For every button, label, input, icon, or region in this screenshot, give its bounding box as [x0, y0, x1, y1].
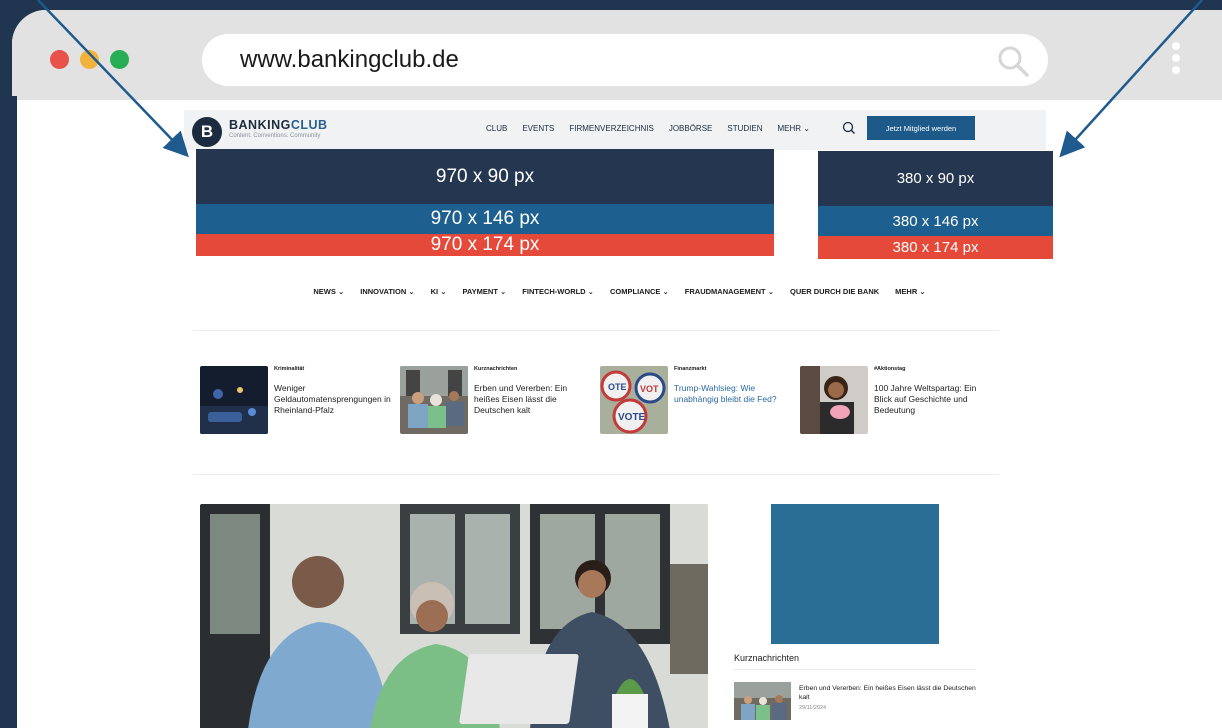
teaser-card[interactable]: Kurznachrichten Erben und Vererben: Ein …: [400, 366, 590, 436]
teaser-thumbnail[interactable]: [200, 366, 268, 434]
site-header: B BANKINGCLUB Content. Conventions. Comm…: [184, 110, 1046, 150]
teaser-title[interactable]: Erben und Vererben: Ein heißes Eisen läs…: [474, 383, 592, 416]
top-nav-studien[interactable]: STUDIEN: [727, 124, 762, 133]
logo-tagline: Content. Conventions. Community: [229, 133, 321, 139]
divider: [193, 474, 999, 475]
teaser-title[interactable]: Weniger Geldautomatensprengungen in Rhei…: [274, 383, 392, 416]
teaser-thumbnail[interactable]: OTE VOT VOTE: [600, 366, 668, 434]
top-nav-mehr[interactable]: MEHR ⌄: [778, 124, 810, 133]
teaser-category: Kriminalität: [274, 366, 305, 372]
sidebar-item-title[interactable]: Erben und Vererben: Ein heißes Eisen läs…: [799, 684, 979, 702]
cat-payment[interactable]: PAYMENT ⌄: [462, 287, 506, 296]
address-bar[interactable]: www.bankingclub.de: [202, 34, 1048, 86]
browser-toolbar-overlay: www.bankingclub.de: [12, 10, 1222, 100]
cat-mehr[interactable]: MEHR ⌄: [895, 287, 925, 296]
teaser-thumbnail[interactable]: [800, 366, 868, 434]
teaser-card[interactable]: Kriminalität Weniger Geldautomatenspreng…: [200, 366, 392, 436]
teaser-title[interactable]: Trump-Wahlsieg: Wie unabhängig bleibt di…: [674, 383, 792, 405]
ad-970x174: 970 x 174 px: [196, 234, 774, 256]
teaser-card[interactable]: OTE VOT VOTE Finanzmarkt Trump-Wahlsieg: W…: [600, 366, 790, 436]
ad-380x90: 380 x 90 px: [818, 151, 1053, 206]
ad-380x174: 380 x 174 px: [818, 236, 1053, 259]
teaser-thumbnail[interactable]: [400, 366, 468, 434]
teaser-row: Kriminalität Weniger Geldautomatenspreng…: [200, 366, 1000, 436]
divider: [193, 330, 999, 331]
logo-icon[interactable]: B: [192, 117, 222, 147]
svg-text:VOT: VOT: [640, 384, 659, 394]
cat-quer-durch-die-bank[interactable]: QUER DURCH DIE BANK: [790, 287, 879, 296]
close-dot[interactable]: [50, 50, 69, 69]
divider: [734, 669, 976, 670]
svg-text:VOTE: VOTE: [618, 412, 646, 423]
top-nav-events[interactable]: EVENTS: [522, 124, 554, 133]
frame-left-edge: [0, 96, 17, 728]
top-nav-jobboerse[interactable]: JOBBÖRSE: [669, 124, 713, 133]
teaser-category: Kurznachrichten: [474, 366, 518, 372]
minimize-dot[interactable]: [80, 50, 99, 69]
ad-970x90: 970 x 90 px: [196, 149, 774, 204]
sidebar-item-thumbnail[interactable]: [734, 682, 791, 720]
top-nav-firmenverzeichnis[interactable]: FIRMENVERZEICHNIS: [569, 124, 653, 133]
menu-kebab-icon[interactable]: [1170, 42, 1182, 80]
teaser-category: #Aktionstag: [874, 366, 906, 372]
search-icon[interactable]: [996, 44, 1030, 78]
website-page: B BANKINGCLUB Content. Conventions. Comm…: [17, 100, 1222, 728]
category-nav: NEWS ⌄ INNOVATION ⌄ KI ⌄ PAYMENT ⌄ FINTE…: [17, 287, 1222, 296]
ad-stack-380: 380 x 90 px 380 x 146 px 380 x 174 px: [818, 151, 1053, 259]
sidebar-section-title: Kurznachrichten: [734, 653, 800, 663]
url-text: www.bankingclub.de: [240, 46, 459, 73]
mockup-frame: www.bankingclub.de B BANKINGCLUB Content…: [0, 0, 1222, 728]
teaser-title[interactable]: 100 Jahre Weltspartag: Ein Blick auf Ges…: [874, 383, 992, 416]
cat-fraudmanagement[interactable]: FRAUDMANAGEMENT ⌄: [685, 287, 774, 296]
top-nav-club[interactable]: CLUB: [486, 124, 507, 133]
svg-text:OTE: OTE: [608, 382, 627, 392]
sidebar-ad-box[interactable]: [771, 504, 939, 644]
cat-innovation[interactable]: INNOVATION ⌄: [360, 287, 414, 296]
hero-image[interactable]: [200, 504, 708, 728]
site-search-icon[interactable]: [842, 121, 856, 135]
teaser-category: Finanzmarkt: [674, 366, 707, 372]
top-nav: CLUB EVENTS FIRMENVERZEICHNIS JOBBÖRSE S…: [486, 124, 810, 133]
ad-stack-970: 970 x 90 px 970 x 146 px 970 x 174 px: [196, 149, 774, 256]
window-controls: [50, 50, 129, 69]
cat-compliance[interactable]: COMPLIANCE ⌄: [610, 287, 669, 296]
ad-970x146: 970 x 146 px: [196, 204, 774, 234]
cat-news[interactable]: NEWS ⌄: [313, 287, 344, 296]
logo-wordmark[interactable]: BANKINGCLUB: [229, 118, 328, 132]
teaser-card[interactable]: #Aktionstag 100 Jahre Weltspartag: Ein B…: [800, 366, 990, 436]
cat-ki[interactable]: KI ⌄: [431, 287, 447, 296]
sidebar-item-date: 29/11/2024: [799, 705, 827, 711]
join-button[interactable]: Jetzt Mitglied werden: [867, 116, 975, 140]
cat-fintech-world[interactable]: FINTECH-WORLD ⌄: [522, 287, 594, 296]
ad-380x146: 380 x 146 px: [818, 206, 1053, 236]
maximize-dot[interactable]: [110, 50, 129, 69]
